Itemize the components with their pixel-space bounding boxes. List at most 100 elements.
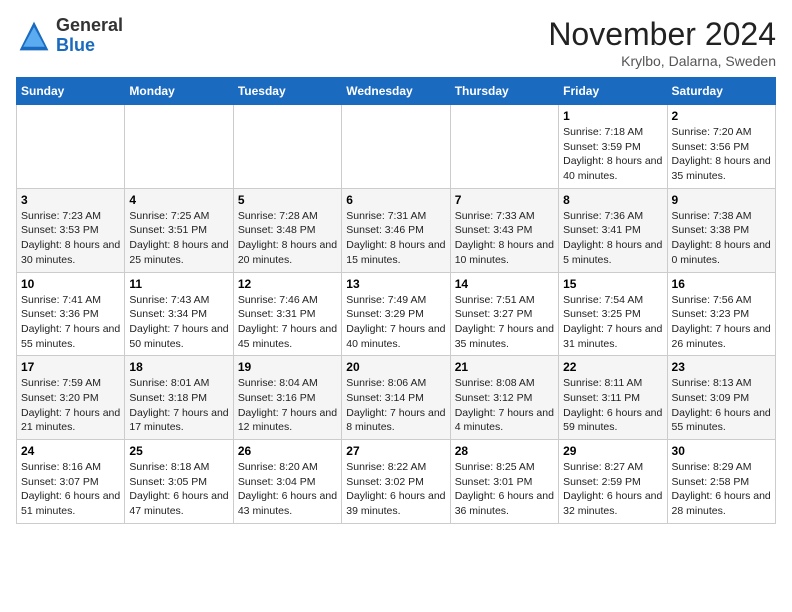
day-info: Sunrise: 8:11 AM Sunset: 3:11 PM Dayligh… (563, 376, 662, 435)
day-number: 15 (563, 277, 662, 291)
day-cell-10: 10 Sunrise: 7:41 AM Sunset: 3:36 PM Dayli… (17, 272, 125, 356)
day-cell-29: 29 Sunrise: 8:27 AM Sunset: 2:59 PM Dayli… (559, 440, 667, 524)
day-info: Sunrise: 7:36 AM Sunset: 3:41 PM Dayligh… (563, 209, 662, 268)
day-number: 3 (21, 193, 120, 207)
day-cell-20: 20Sunrise: 8:06 AM Sunset: 3:14 PM Dayli… (342, 356, 450, 440)
logo-icon (16, 18, 52, 54)
weekday-sunday: Sunday (17, 78, 125, 105)
day-info: Sunrise: 7:49 AM Sunset: 3:29 PM Dayligh… (346, 293, 445, 352)
day-cell-17: 17 Sunrise: 7:59 AM Sunset: 3:20 PM Dayli… (17, 356, 125, 440)
day-number: 26 (238, 444, 337, 458)
day-number: 27 (346, 444, 445, 458)
day-number: 12 (238, 277, 337, 291)
day-number: 9 (672, 193, 771, 207)
day-cell-24: 24Sunrise: 8:16 AM Sunset: 3:07 PM Dayli… (17, 440, 125, 524)
day-cell-25: 25Sunrise: 8:18 AM Sunset: 3:05 PM Dayli… (125, 440, 233, 524)
empty-cell (17, 105, 125, 189)
empty-cell (233, 105, 341, 189)
day-number: 5 (238, 193, 337, 207)
day-number: 16 (672, 277, 771, 291)
day-number: 6 (346, 193, 445, 207)
empty-cell (450, 105, 558, 189)
day-info: Sunrise: 8:13 AM Sunset: 3:09 PM Dayligh… (672, 376, 771, 435)
day-info: Sunrise: 8:01 AM Sunset: 3:18 PM Dayligh… (129, 376, 228, 435)
logo-blue: Blue (56, 35, 95, 55)
day-info: Sunrise: 7:31 AM Sunset: 3:46 PM Dayligh… (346, 209, 445, 268)
day-cell-21: 21 Sunrise: 8:08 AM Sunset: 3:12 PM Dayli… (450, 356, 558, 440)
empty-cell (342, 105, 450, 189)
day-info: Sunrise: 8:29 AM Sunset: 2:58 PM Dayligh… (672, 460, 771, 519)
week-row-5: 24Sunrise: 8:16 AM Sunset: 3:07 PM Dayli… (17, 440, 776, 524)
week-row-4: 17 Sunrise: 7:59 AM Sunset: 3:20 PM Dayli… (17, 356, 776, 440)
day-info: Sunrise: 8:16 AM Sunset: 3:07 PM Dayligh… (21, 460, 120, 519)
day-cell-30: 30Sunrise: 8:29 AM Sunset: 2:58 PM Dayli… (667, 440, 775, 524)
day-number: 21 (455, 360, 554, 374)
day-cell-3: 3 Sunrise: 7:23 AM Sunset: 3:53 PM Daylig… (17, 188, 125, 272)
day-number: 8 (563, 193, 662, 207)
day-info: Sunrise: 7:59 AM Sunset: 3:20 PM Dayligh… (21, 376, 120, 435)
month-title: November 2024 (548, 16, 776, 53)
day-cell-1: 1Sunrise: 7:18 AM Sunset: 3:59 PM Daylig… (559, 105, 667, 189)
day-cell-14: 14Sunrise: 7:51 AM Sunset: 3:27 PM Dayli… (450, 272, 558, 356)
day-info: Sunrise: 8:08 AM Sunset: 3:12 PM Dayligh… (455, 376, 554, 435)
day-number: 20 (346, 360, 445, 374)
day-number: 2 (672, 109, 771, 123)
day-cell-9: 9Sunrise: 7:38 AM Sunset: 3:38 PM Daylig… (667, 188, 775, 272)
day-cell-26: 26 Sunrise: 8:20 AM Sunset: 3:04 PM Dayli… (233, 440, 341, 524)
day-cell-2: 2 Sunrise: 7:20 AM Sunset: 3:56 PM Daylig… (667, 105, 775, 189)
page-header: General Blue November 2024 Krylbo, Dalar… (16, 16, 776, 69)
day-number: 4 (129, 193, 228, 207)
day-number: 7 (455, 193, 554, 207)
day-info: Sunrise: 8:22 AM Sunset: 3:02 PM Dayligh… (346, 460, 445, 519)
day-info: Sunrise: 8:04 AM Sunset: 3:16 PM Dayligh… (238, 376, 337, 435)
day-cell-23: 23 Sunrise: 8:13 AM Sunset: 3:09 PM Dayli… (667, 356, 775, 440)
day-info: Sunrise: 8:27 AM Sunset: 2:59 PM Dayligh… (563, 460, 662, 519)
logo-general: General (56, 15, 123, 35)
day-cell-28: 28 Sunrise: 8:25 AM Sunset: 3:01 PM Dayli… (450, 440, 558, 524)
day-cell-27: 27 Sunrise: 8:22 AM Sunset: 3:02 PM Dayli… (342, 440, 450, 524)
day-cell-19: 19 Sunrise: 8:04 AM Sunset: 3:16 PM Dayli… (233, 356, 341, 440)
weekday-wednesday: Wednesday (342, 78, 450, 105)
day-number: 13 (346, 277, 445, 291)
day-cell-18: 18 Sunrise: 8:01 AM Sunset: 3:18 PM Dayli… (125, 356, 233, 440)
weekday-friday: Friday (559, 78, 667, 105)
day-cell-12: 12 Sunrise: 7:46 AM Sunset: 3:31 PM Dayli… (233, 272, 341, 356)
week-row-1: 1Sunrise: 7:18 AM Sunset: 3:59 PM Daylig… (17, 105, 776, 189)
day-cell-13: 13 Sunrise: 7:49 AM Sunset: 3:29 PM Dayli… (342, 272, 450, 356)
day-info: Sunrise: 8:20 AM Sunset: 3:04 PM Dayligh… (238, 460, 337, 519)
day-cell-5: 5Sunrise: 7:28 AM Sunset: 3:48 PM Daylig… (233, 188, 341, 272)
day-cell-7: 7 Sunrise: 7:33 AM Sunset: 3:43 PM Daylig… (450, 188, 558, 272)
day-cell-6: 6 Sunrise: 7:31 AM Sunset: 3:46 PM Daylig… (342, 188, 450, 272)
day-number: 18 (129, 360, 228, 374)
calendar: SundayMondayTuesdayWednesdayThursdayFrid… (16, 77, 776, 524)
empty-cell (125, 105, 233, 189)
day-info: Sunrise: 7:46 AM Sunset: 3:31 PM Dayligh… (238, 293, 337, 352)
day-number: 19 (238, 360, 337, 374)
day-info: Sunrise: 7:54 AM Sunset: 3:25 PM Dayligh… (563, 293, 662, 352)
day-number: 23 (672, 360, 771, 374)
day-number: 11 (129, 277, 228, 291)
day-number: 10 (21, 277, 120, 291)
day-info: Sunrise: 7:20 AM Sunset: 3:56 PM Dayligh… (672, 125, 771, 184)
day-info: Sunrise: 8:18 AM Sunset: 3:05 PM Dayligh… (129, 460, 228, 519)
day-info: Sunrise: 7:33 AM Sunset: 3:43 PM Dayligh… (455, 209, 554, 268)
weekday-thursday: Thursday (450, 78, 558, 105)
day-cell-16: 16Sunrise: 7:56 AM Sunset: 3:23 PM Dayli… (667, 272, 775, 356)
day-cell-15: 15 Sunrise: 7:54 AM Sunset: 3:25 PM Dayli… (559, 272, 667, 356)
day-number: 29 (563, 444, 662, 458)
day-cell-8: 8 Sunrise: 7:36 AM Sunset: 3:41 PM Daylig… (559, 188, 667, 272)
day-info: Sunrise: 7:23 AM Sunset: 3:53 PM Dayligh… (21, 209, 120, 268)
day-info: Sunrise: 8:25 AM Sunset: 3:01 PM Dayligh… (455, 460, 554, 519)
day-number: 14 (455, 277, 554, 291)
day-number: 28 (455, 444, 554, 458)
day-cell-22: 22Sunrise: 8:11 AM Sunset: 3:11 PM Dayli… (559, 356, 667, 440)
day-number: 17 (21, 360, 120, 374)
logo: General Blue (16, 16, 123, 56)
day-cell-4: 4Sunrise: 7:25 AM Sunset: 3:51 PM Daylig… (125, 188, 233, 272)
day-cell-11: 11 Sunrise: 7:43 AM Sunset: 3:34 PM Dayli… (125, 272, 233, 356)
day-info: Sunrise: 7:18 AM Sunset: 3:59 PM Dayligh… (563, 125, 662, 184)
week-row-2: 3 Sunrise: 7:23 AM Sunset: 3:53 PM Daylig… (17, 188, 776, 272)
day-info: Sunrise: 7:43 AM Sunset: 3:34 PM Dayligh… (129, 293, 228, 352)
day-info: Sunrise: 7:41 AM Sunset: 3:36 PM Dayligh… (21, 293, 120, 352)
title-area: November 2024 Krylbo, Dalarna, Sweden (548, 16, 776, 69)
